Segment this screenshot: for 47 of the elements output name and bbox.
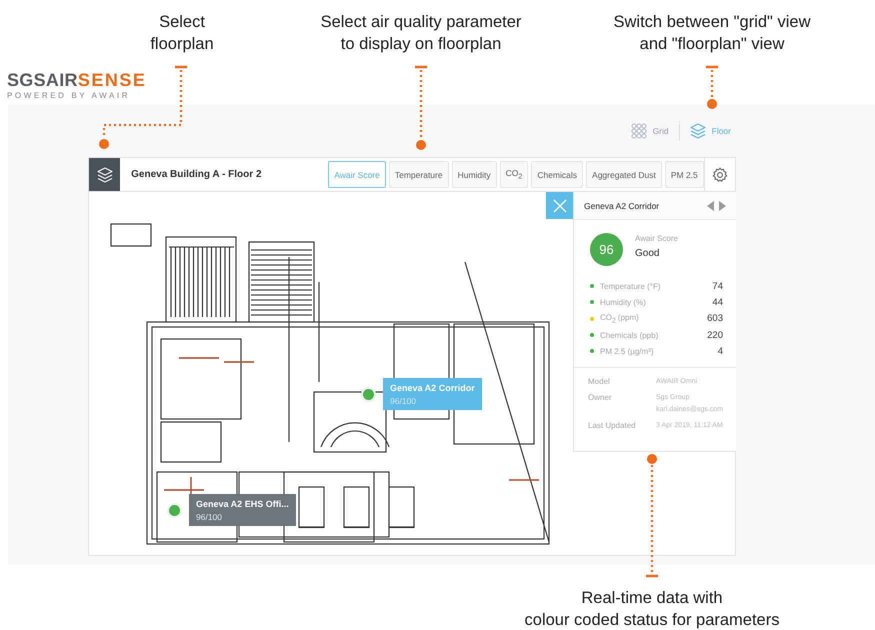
sensor-name: Geneva A2 EHS Offi... <box>196 499 289 509</box>
floorplan-title: Geneva Building A - Floor 2 <box>131 169 263 180</box>
floorplan-select-button[interactable] <box>89 158 120 191</box>
reading-value: 74 <box>712 280 723 292</box>
sensor-title: Geneva A2 Corridor <box>584 200 660 210</box>
previous-icon[interactable] <box>707 200 714 210</box>
next-icon[interactable] <box>719 200 726 210</box>
reading-value: 44 <box>712 296 723 308</box>
sensor-score: 96/100 <box>196 512 223 522</box>
parameter-tab[interactable]: Humidity <box>452 161 497 188</box>
sensor-name: Geneva A2 Corridor <box>390 383 475 393</box>
score-rating: Good <box>635 248 660 259</box>
parameter-tab[interactable]: Temperature <box>388 161 449 188</box>
callout-text: Select air quality parameter to display on floorplan <box>320 12 522 55</box>
sensor-dot[interactable] <box>361 386 376 402</box>
reading-value: 220 <box>707 330 723 341</box>
parameter-tab[interactable]: Chemicals <box>531 161 584 188</box>
callout-text: Real-time data with colour coded status for parameters <box>524 588 780 630</box>
layers-icon <box>690 123 706 139</box>
info-label: Owner <box>588 393 613 404</box>
close-icon <box>552 198 566 212</box>
callout-text: Switch between "grid" view and "floorplan" view <box>612 12 812 55</box>
parameter-tab[interactable]: Aggregated Dust <box>586 161 662 188</box>
sensor-dot[interactable] <box>167 502 182 518</box>
parameter-tab[interactable]: CO$_{2}$ <box>500 161 528 188</box>
info-label: Model <box>588 377 611 388</box>
logo-wordmark: SGSAIRSENSE <box>7 71 146 89</box>
leader-line <box>706 66 718 109</box>
sensor-tooltip[interactable]: Geneva A2 EHS Offi... 96/100 <box>189 494 296 526</box>
reading-name: Humidity (%) <box>600 298 647 307</box>
parameter-tab[interactable]: PM 2.5 <box>664 161 704 188</box>
reading-name: PM 2.5 (µg/m³) <box>600 346 655 356</box>
settings-icon <box>712 166 728 182</box>
reading-name: CO$_{2}$ (ppm) <box>600 312 640 325</box>
layers-icon <box>96 166 113 182</box>
reading-value: 4 <box>718 346 723 357</box>
close-button[interactable] <box>546 192 573 219</box>
reading-name: Chemicals (ppb) <box>600 330 660 340</box>
logo-tagline: POWERED BY AWAIR <box>7 91 130 101</box>
reading-name: Temperature (°F) <box>600 282 662 291</box>
score-circle: 96 <box>590 233 623 266</box>
score-label: Awair Score <box>635 234 678 243</box>
info-label: Last Updated <box>588 421 637 432</box>
sensor-score: 96/100 <box>390 396 417 406</box>
grid-icon <box>630 123 647 139</box>
reading-value: 603 <box>707 313 723 324</box>
callout-text: Select floorplan <box>149 12 215 55</box>
